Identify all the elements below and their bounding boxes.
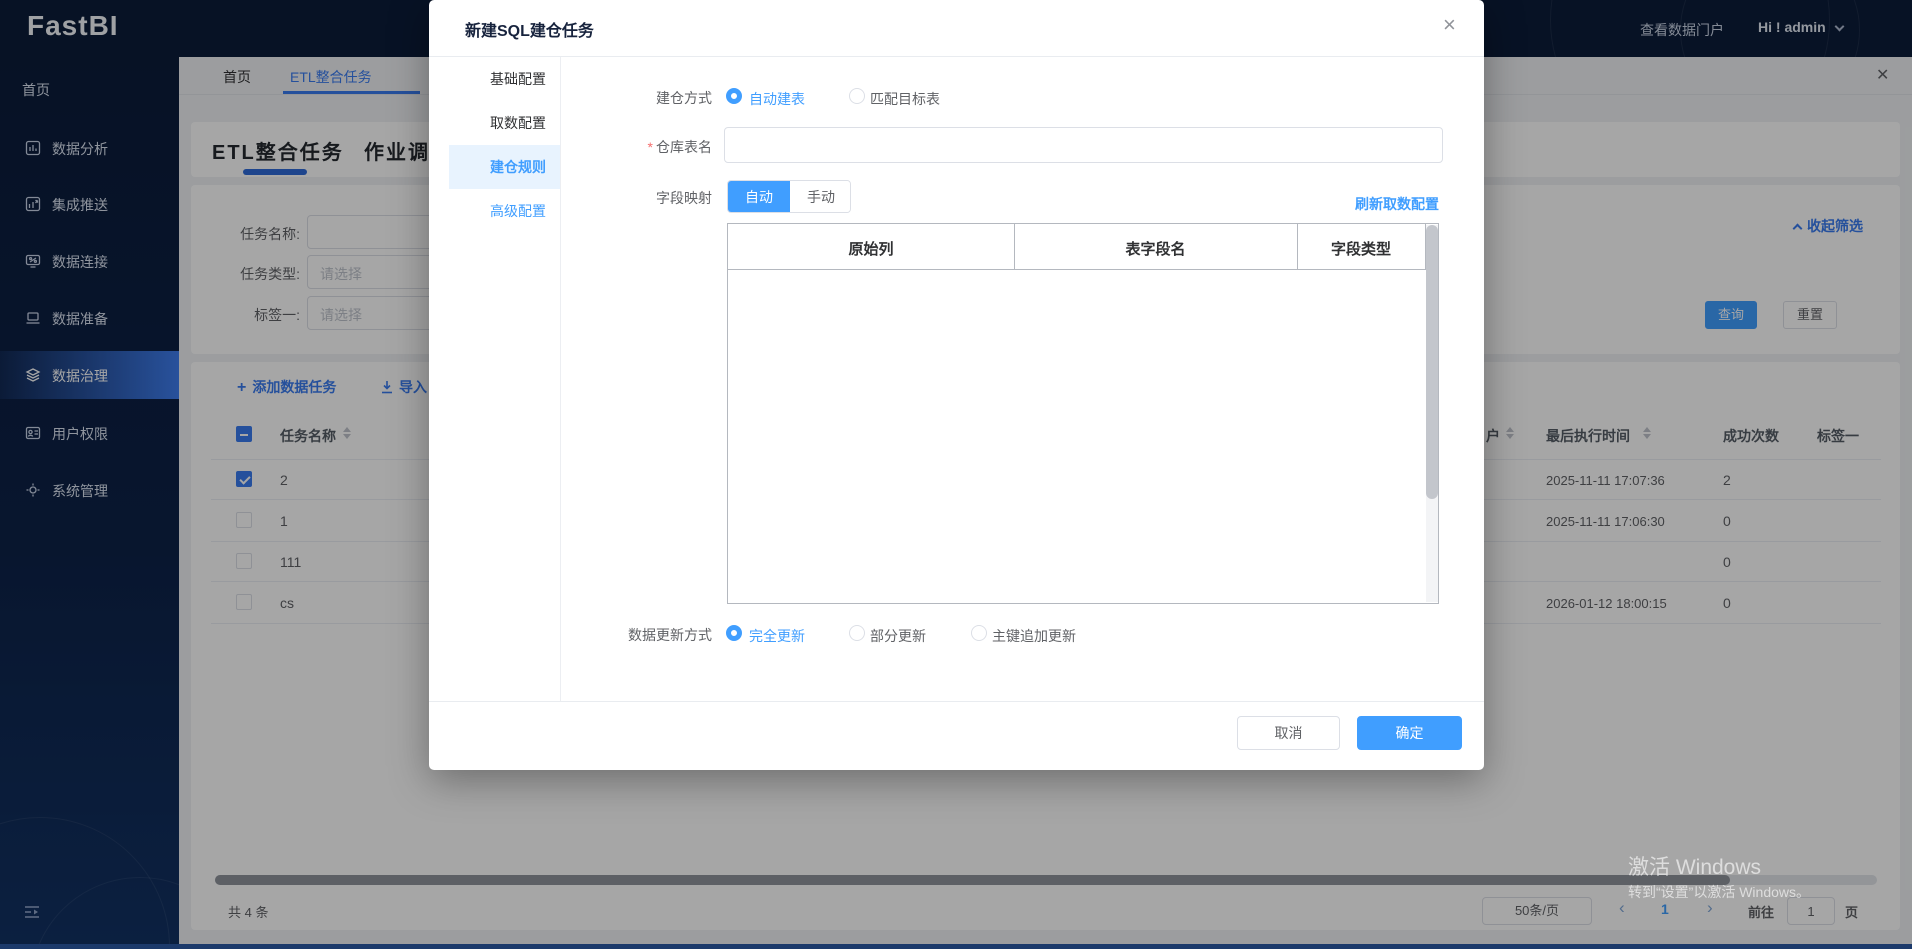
update-mode-label: 数据更新方式 <box>429 625 712 645</box>
required-asterisk: * <box>648 139 653 155</box>
radio-auto-create-table[interactable] <box>726 88 742 104</box>
cancel-button[interactable]: 取消 <box>1237 716 1340 750</box>
modal-header-divider <box>429 56 1484 57</box>
mapping-column-field-name: 表字段名 <box>1014 238 1297 259</box>
mapping-auto-segment[interactable]: 自动 <box>728 181 790 213</box>
confirm-button[interactable]: 确定 <box>1357 716 1462 750</box>
column-divider <box>1014 224 1015 270</box>
radio-label-full-update[interactable]: 完全更新 <box>749 626 805 646</box>
radio-label-auto-create[interactable]: 自动建表 <box>749 89 805 109</box>
mapping-column-field-type: 字段类型 <box>1297 238 1425 259</box>
field-mapping-table: 原始列 表字段名 字段类型 <box>727 223 1439 604</box>
modal-footer-divider <box>429 701 1484 702</box>
radio-pk-append-update[interactable] <box>971 625 987 641</box>
mapping-mode-toggle: 自动 手动 <box>727 180 851 213</box>
warehouse-table-name-input[interactable] <box>724 127 1443 163</box>
mapping-column-source: 原始列 <box>728 238 1014 259</box>
window-bottom-strip <box>0 944 1912 949</box>
mapping-label: 字段映射 <box>429 188 712 208</box>
radio-label-partial-update[interactable]: 部分更新 <box>870 626 926 646</box>
watermark-line1: 激活 Windows <box>1628 851 1761 881</box>
radio-label-pk-append-update[interactable]: 主键追加更新 <box>992 626 1076 646</box>
radio-match-target-table[interactable] <box>849 88 865 104</box>
mapping-manual-segment[interactable]: 手动 <box>790 181 851 213</box>
mapping-table-scrollbar-thumb[interactable] <box>1426 225 1438 499</box>
radio-full-update[interactable] <box>726 625 742 641</box>
screen: FastBI 查看数据门户 Hi ! admin 首页 数据分析 集成推送 数据… <box>0 0 1912 949</box>
watermark-line2: 转到“设置”以激活 Windows。 <box>1628 882 1810 902</box>
mapping-table-scrollbar-track[interactable] <box>1426 225 1438 602</box>
table-name-label: *仓库表名 <box>429 137 712 157</box>
refresh-fetch-config-link[interactable]: 刷新取数配置 <box>1289 194 1439 214</box>
mode-label: 建仓方式 <box>429 88 712 108</box>
radio-label-match-target[interactable]: 匹配目标表 <box>870 89 940 109</box>
create-sql-warehouse-task-modal: 新建SQL建仓任务 × 基础配置 取数配置 建仓规则 高级配置 建仓方式 自动建… <box>429 0 1484 770</box>
modal-title: 新建SQL建仓任务 <box>465 17 594 41</box>
radio-partial-update[interactable] <box>849 625 865 641</box>
modal-close-icon[interactable]: × <box>1443 14 1456 36</box>
column-divider <box>1297 224 1298 270</box>
